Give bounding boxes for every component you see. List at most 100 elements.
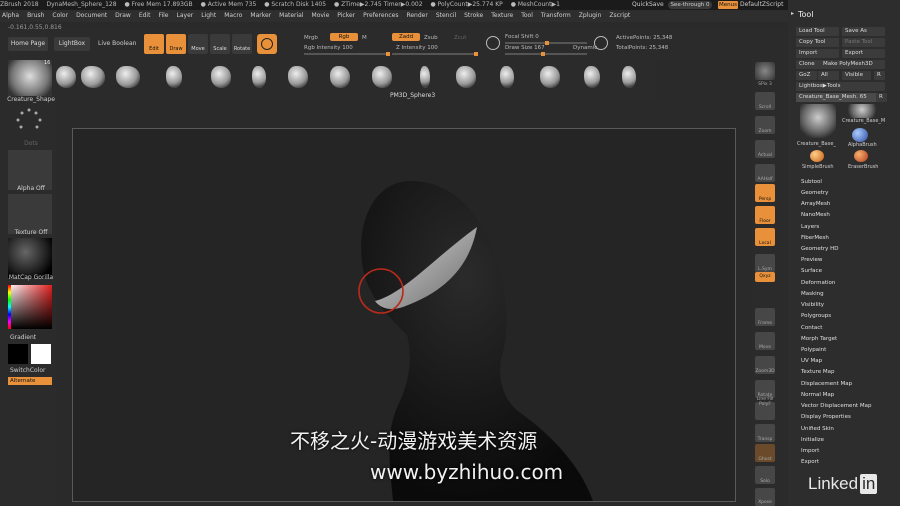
menu-render[interactable]: Render [406,10,427,22]
menu-brush[interactable]: Brush [27,10,44,22]
menu-file[interactable]: File [158,10,168,22]
brush-thumb-4[interactable] [166,66,182,88]
menu-color[interactable]: Color [52,10,68,22]
lightbox-button[interactable]: LightBox [54,37,90,51]
submenu-deformation[interactable]: Deformation [801,280,835,286]
rotate-button[interactable]: Rotate [232,34,252,54]
submenu-arraymesh[interactable]: ArrayMesh [801,201,830,207]
tool-thumb-creature[interactable] [800,104,836,138]
submenu-display-properties[interactable]: Display Properties [801,414,851,420]
tool-panel-collapse-icon[interactable]: ▸ [791,10,794,17]
brush-thumb-6[interactable] [252,66,266,88]
focal-shift-handle[interactable] [545,41,549,45]
texture-slot[interactable] [8,194,52,234]
menu-zplugin[interactable]: Zplugin [579,10,602,22]
submenu-vector-displacement-map[interactable]: Vector Displacement Map [801,403,871,409]
menu-movie[interactable]: Movie [312,10,330,22]
brush-thumb-1[interactable] [56,66,76,88]
simplebrush-icon[interactable] [810,150,824,162]
z-intensity-slider[interactable]: Z Intensity 100 [396,45,438,51]
submenu-normal-map[interactable]: Normal Map [801,392,834,398]
eraserbrush-icon[interactable] [854,150,868,162]
lightbox-tools-button[interactable]: Lightbox▶Tools [796,82,885,91]
current-tool-slider[interactable]: Creature_Base_Mesh. 65 [796,93,877,102]
main-color-swatch[interactable] [8,344,28,364]
menu-layer[interactable]: Layer [177,10,194,22]
menu-macro[interactable]: Macro [224,10,242,22]
rgb-button[interactable]: Rgb [330,33,358,41]
save-as-button[interactable]: Save As [842,27,885,36]
all-button[interactable]: All [818,71,839,80]
menu-document[interactable]: Document [76,10,107,22]
draw-size-track[interactable] [505,52,587,56]
submenu-surface[interactable]: Surface [801,268,822,274]
material-slot[interactable] [8,238,52,278]
clone-button[interactable]: Clone [796,60,821,69]
submenu-polypaint[interactable]: Polypaint [801,347,826,353]
hue-strip[interactable] [8,285,11,329]
paste-tool-button[interactable]: Paste Tool [842,38,885,47]
draw-button[interactable]: Draw [166,34,186,54]
gizmo-button[interactable] [257,34,277,54]
default-zscript[interactable]: DefaultZScript [740,1,783,8]
menu-picker[interactable]: Picker [337,10,355,22]
submenu-preview[interactable]: Preview [801,257,822,263]
draw-size-handle[interactable] [541,52,545,56]
spix-button[interactable] [755,62,775,80]
submenu-initialize[interactable]: Initialize [801,437,824,443]
menu-stroke[interactable]: Stroke [464,10,483,22]
edit-button[interactable]: Edit [144,34,164,54]
brush-thumb-14[interactable] [584,66,600,88]
m-button[interactable]: M [362,35,367,41]
menu-texture[interactable]: Texture [491,10,513,22]
submenu-export[interactable]: Export [801,459,819,465]
switch-color-button[interactable]: SwitchColor [10,367,60,374]
zcut-button[interactable]: Zcut [454,35,466,41]
menu-zscript[interactable]: Zscript [609,10,630,22]
brush-thumb-8[interactable] [330,66,350,88]
goz-button[interactable]: GoZ [796,71,817,80]
live-boolean-button[interactable]: Live Boolean [98,37,136,51]
submenu-uv-map[interactable]: UV Map [801,358,822,364]
rgb-intensity-track[interactable] [304,52,390,56]
z-intensity-handle[interactable] [474,52,478,56]
menu-draw[interactable]: Draw [115,10,131,22]
tool-thumb-creature-2[interactable] [846,104,878,118]
load-tool-button[interactable]: Load Tool [796,27,839,36]
mrgb-button[interactable]: Mrgb [304,35,318,41]
import-button[interactable]: Import [796,49,839,58]
zsub-button[interactable]: Zsub [424,35,438,41]
brush-thumb-12[interactable] [500,66,514,88]
submenu-masking[interactable]: Masking [801,291,824,297]
brush-thumb-5[interactable] [211,66,231,88]
menu-light[interactable]: Light [201,10,216,22]
stroke-dots-icon[interactable] [14,106,44,136]
menu-transform[interactable]: Transform [541,10,571,22]
alpha-slot[interactable] [8,150,52,190]
make-polymesh-button[interactable]: Make PolyMesh3D [820,60,885,69]
brush-thumb-2[interactable] [81,66,105,88]
zadd-button[interactable]: Zadd [392,33,420,41]
submenu-displacement-map[interactable]: Displacement Map [801,381,852,387]
draw-size-slider[interactable]: Draw Size 167 [505,45,545,51]
see-through-slider[interactable]: See-through 0 [668,1,712,9]
brush-thumb-9[interactable] [372,66,392,88]
z-intensity-track[interactable] [392,52,478,56]
brush-thumb-13[interactable] [540,66,560,88]
submenu-geometry-hd[interactable]: Geometry HD [801,246,839,252]
menus-toggle[interactable]: Menus [718,1,738,9]
copy-tool-button[interactable]: Copy Tool [796,38,839,47]
brush-thumb-3[interactable] [116,66,140,88]
r-button[interactable]: R [874,71,885,80]
menu-tool[interactable]: Tool [521,10,533,22]
submenu-nanomesh[interactable]: NanoMesh [801,212,830,218]
submenu-import[interactable]: Import [801,448,819,454]
quicksave-button[interactable]: QuickSave [632,1,664,8]
alternate-button[interactable]: Alternate [8,377,52,385]
move-button[interactable]: Move [188,34,208,54]
menu-alpha[interactable]: Alpha [2,10,19,22]
rgb-intensity-slider[interactable]: Rgb Intensity 100 [304,45,353,51]
alphabrush-icon[interactable] [852,128,868,142]
menu-edit[interactable]: Edit [139,10,151,22]
brush-thumb-15[interactable] [622,66,636,88]
